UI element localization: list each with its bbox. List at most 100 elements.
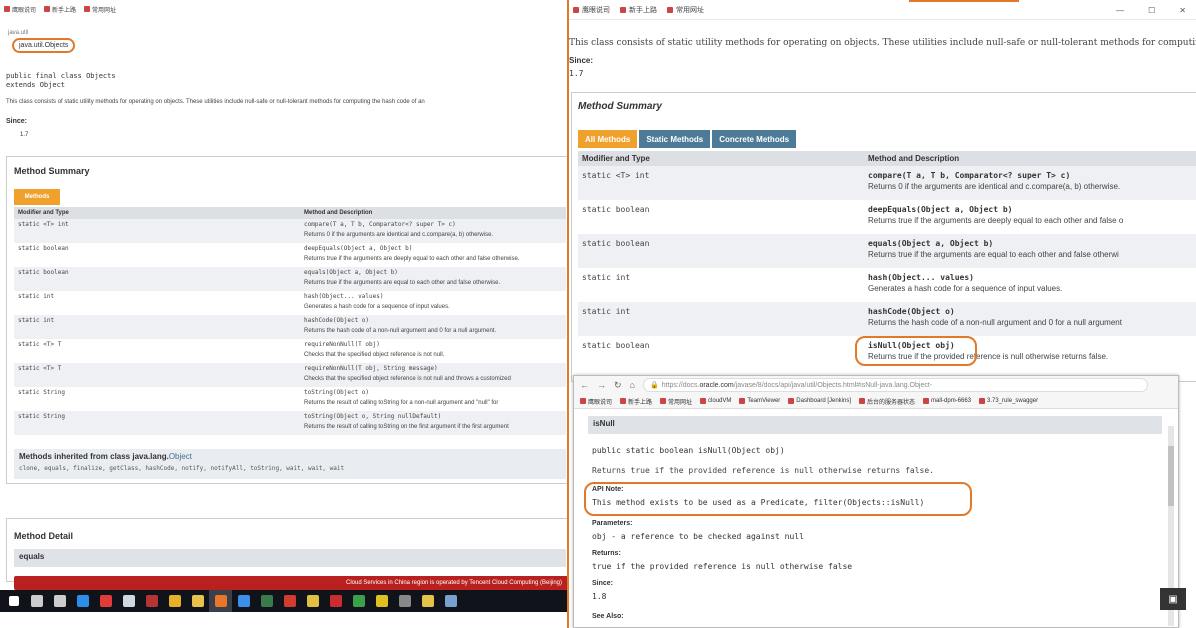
taskbar-edge[interactable]	[71, 590, 94, 612]
address-bar[interactable]: 🔒 https://docs. oracle.com/javase/8/docs/a…	[642, 378, 1148, 392]
app-gray-icon	[398, 595, 411, 607]
taskbar-app-ruby[interactable]	[324, 590, 347, 612]
popup-bookmark-5[interactable]: TeamViewer	[739, 398, 780, 404]
popup-bookmark-3[interactable]: 常用网址	[660, 397, 692, 406]
row-modifier: static int	[14, 315, 300, 339]
right-bookmark-3[interactable]: 常用网址	[667, 5, 704, 15]
taskbar-app-network[interactable]	[117, 590, 140, 612]
popup-bookmark-8[interactable]: mall-dpm-6663	[923, 398, 971, 404]
method-signature-link[interactable]: toString(Object o, String nullDefault)	[304, 412, 562, 422]
minimize-icon[interactable]: —	[1116, 6, 1124, 15]
taskbar-app-yellow[interactable]	[370, 590, 393, 612]
forward-icon[interactable]: →	[597, 380, 606, 390]
tab-concrete-methods[interactable]: Concrete Methods	[712, 130, 797, 148]
table-row: static <T> int compare(T a, T b, Comparat…	[14, 219, 566, 243]
returns-value: true if the provided reference is null o…	[592, 562, 853, 571]
popup-bookmark-4[interactable]: cloudVM	[700, 398, 731, 404]
taskbar-search[interactable]	[25, 590, 48, 612]
taskbar-app-green[interactable]	[347, 590, 370, 612]
bookmark-icon	[667, 6, 673, 13]
maximize-icon[interactable]: ☐	[1148, 6, 1155, 15]
class-declaration: public final class Objects extends Objec…	[6, 72, 116, 90]
col-modifier: Modifier and Type	[578, 151, 864, 166]
tab-all-methods[interactable]: All Methods	[578, 130, 638, 148]
method-summary-title: Method Summary	[578, 101, 662, 112]
row-modifier: static <T> int	[14, 219, 300, 243]
popup-bookmark-2[interactable]: 新手上路	[620, 397, 652, 406]
method-signature-link[interactable]: equals(Object a, Object b)	[868, 238, 1196, 249]
right-bookmark-1[interactable]: 鹰眼说司	[573, 5, 610, 15]
left-bookmark-1[interactable]: 鹰眼说司	[4, 5, 36, 14]
search-icon	[30, 595, 43, 607]
method-signature-link[interactable]: hash(Object... values)	[868, 272, 1196, 283]
taskbar-app-red[interactable]	[94, 590, 117, 612]
method-detail-equals: equals	[14, 549, 566, 567]
taskbar-app-folder[interactable]	[416, 590, 439, 612]
close-icon[interactable]: ✕	[1179, 6, 1186, 15]
tab-methods[interactable]: Methods	[14, 189, 60, 205]
method-signature-link[interactable]: compare(T a, T b, Comparator<? super T> …	[868, 170, 1196, 181]
popup-bookmark-1[interactable]: 鹰眼说司	[580, 397, 612, 406]
notification-icon[interactable]: ▣	[1160, 588, 1186, 610]
taskbar-terminal[interactable]	[255, 590, 278, 612]
method-summary-table: Modifier and Type Method and Description…	[14, 207, 566, 435]
parameters-value: obj - a reference to be checked against …	[592, 532, 804, 541]
inherited-methods-list: clone, equals, finalize, getClass, hashC…	[19, 465, 345, 472]
left-bookmark-3[interactable]: 常用网址	[84, 5, 116, 14]
app-media-icon	[145, 595, 158, 607]
method-description: Returns true if the arguments are equal …	[304, 280, 501, 286]
returns-label: Returns:	[592, 550, 621, 557]
tab-static-methods[interactable]: Static Methods	[639, 130, 711, 148]
popup-bookmark-9[interactable]: 3.73_rule_swagger	[979, 398, 1038, 404]
taskbar-app-gray[interactable]	[393, 590, 416, 612]
method-signature: public static boolean isNull(Object obj)	[592, 446, 785, 455]
left-bookmark-2[interactable]: 新手上路	[44, 5, 76, 14]
popup-bookmark-7[interactable]: 后台的服务器状态	[859, 397, 915, 406]
taskbar-pdf[interactable]	[278, 590, 301, 612]
method-signature-link[interactable]: deepEquals(Object a, Object b)	[868, 204, 1196, 215]
popup-bookmark-6[interactable]: Dashboard [Jenkins]	[788, 398, 851, 404]
object-link[interactable]: Object	[169, 452, 192, 461]
row-method: deepEquals(Object a, Object b) Returns tr…	[300, 243, 566, 267]
taskbar-notes[interactable]	[232, 590, 255, 612]
parameters-label: Parameters:	[592, 520, 633, 527]
row-modifier: static <T> T	[14, 363, 300, 387]
home-icon[interactable]: ⌂	[630, 380, 635, 390]
row-method: compare(T a, T b, Comparator<? super T> …	[864, 166, 1196, 200]
row-method: hash(Object... values) Generates a hash c…	[300, 291, 566, 315]
method-signature-link[interactable]: hash(Object... values)	[304, 292, 562, 302]
table-row: static boolean deepEquals(Object a, Objec…	[14, 243, 566, 267]
isnull-highlight	[855, 336, 977, 366]
browser-nav-bar: ← → ↻ ⌂ 🔒 https://docs. oracle.com/javase/…	[574, 376, 1178, 394]
taskbar-task-view[interactable]	[48, 590, 71, 612]
right-bookmark-2[interactable]: 新手上路	[620, 5, 657, 15]
method-signature-link[interactable]: toString(Object o)	[304, 388, 562, 398]
reload-icon[interactable]: ↻	[614, 380, 622, 391]
row-modifier: static int	[18, 293, 55, 300]
taskbar-start[interactable]	[2, 590, 25, 612]
back-icon[interactable]: ←	[580, 380, 589, 390]
method-signature-link[interactable]: deepEquals(Object a, Object b)	[304, 244, 562, 254]
taskbar-chrome[interactable]	[163, 590, 186, 612]
row-method: hashCode(Object o) Returns the hash code …	[300, 315, 566, 339]
row-method: equals(Object a, Object b) Returns true i…	[300, 267, 566, 291]
taskbar-app-media[interactable]	[140, 590, 163, 612]
scrollbar-thumb[interactable]	[1168, 446, 1174, 506]
method-signature-link[interactable]: hashCode(Object o)	[868, 306, 1196, 317]
method-description: Returns the hash code of a non-null argu…	[868, 318, 1122, 327]
method-signature-link[interactable]: hashCode(Object o)	[304, 316, 562, 326]
method-description: Returns the result of calling toString f…	[304, 400, 499, 406]
taskbar-explorer[interactable]	[186, 590, 209, 612]
row-modifier: static boolean	[582, 341, 650, 350]
app-red-icon	[99, 595, 112, 607]
class-name-highlight: java.util.Objects	[12, 38, 76, 53]
method-signature-link[interactable]: equals(Object a, Object b)	[304, 268, 562, 278]
since-label: Since:	[592, 580, 614, 587]
method-detail-title: Method Detail	[14, 531, 74, 541]
method-signature-link[interactable]: requireNonNull(T obj, String message)	[304, 364, 562, 374]
method-signature-link[interactable]: compare(T a, T b, Comparator<? super T> …	[304, 220, 562, 230]
taskbar-firefox[interactable]	[209, 590, 232, 612]
taskbar-app-photo[interactable]	[439, 590, 462, 612]
taskbar-app-chat[interactable]	[301, 590, 324, 612]
method-signature-link[interactable]: requireNonNull(T obj)	[304, 340, 562, 350]
